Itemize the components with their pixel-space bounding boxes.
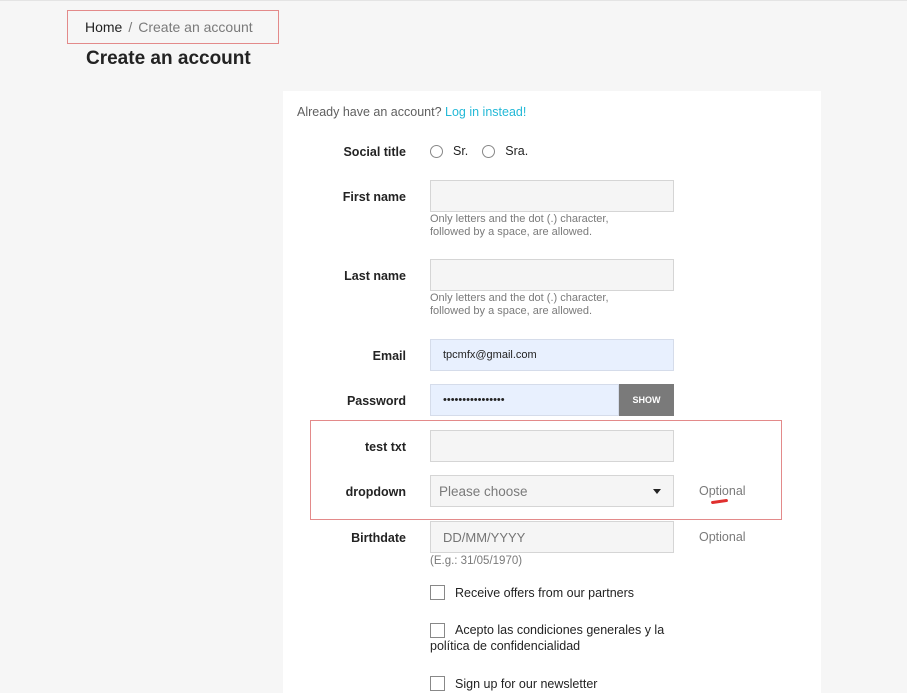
last-name-input[interactable] xyxy=(430,259,674,291)
email-label: Email xyxy=(372,349,406,363)
top-divider xyxy=(0,0,907,1)
caret-down-icon xyxy=(653,488,661,494)
login-link[interactable]: Log in instead! xyxy=(445,105,526,119)
first-name-hint-line2: followed by a space, are allowed. xyxy=(430,226,593,238)
login-prompt: Already have an account? Log in instead! xyxy=(297,105,526,119)
partners-checkbox-label: Receive offers from our partners xyxy=(455,586,635,600)
breadcrumb: Home / Create an account xyxy=(67,10,279,44)
terms-checkbox-label-block: Acepto las condiciones generales y la po… xyxy=(430,622,664,654)
newsletter-checkbox[interactable] xyxy=(430,676,445,691)
birthdate-input[interactable] xyxy=(430,521,674,553)
radio-sr-label: Sr. xyxy=(453,144,469,158)
password-input[interactable] xyxy=(430,384,619,416)
newsletter-checkbox-row[interactable]: Sign up for our newsletter xyxy=(430,676,597,692)
social-title-label: Social title xyxy=(343,145,406,159)
first-name-label: First name xyxy=(342,190,406,204)
terms-checkbox-row[interactable]: Acepto las condiciones generales y la po… xyxy=(430,622,664,654)
newsletter-checkbox-label: Sign up for our newsletter xyxy=(455,677,598,691)
partners-checkbox[interactable] xyxy=(430,585,445,600)
social-title-radio-group: Sr. Sra. xyxy=(430,144,542,158)
radio-sr[interactable] xyxy=(430,144,443,158)
dropdown-selected-value: Please choose xyxy=(439,483,528,499)
first-name-input[interactable] xyxy=(430,180,674,212)
radio-sra[interactable] xyxy=(482,144,496,158)
terms-checkbox-label-line2: política de confidencialidad xyxy=(430,639,581,653)
last-name-hint-line1: Only letters and the dot (.) character, xyxy=(430,292,609,304)
last-name-hint-line2: followed by a space, are allowed. xyxy=(430,305,593,317)
radio-sra-label: Sra. xyxy=(505,144,529,158)
last-name-hint: Only letters and the dot (.) character, … xyxy=(430,292,609,318)
password-label: Password xyxy=(346,394,406,408)
birthdate-hint: (E.g.: 31/05/1970) xyxy=(430,555,523,567)
partners-checkbox-row[interactable]: Receive offers from our partners xyxy=(430,585,634,601)
terms-checkbox[interactable] xyxy=(430,622,445,638)
email-input[interactable] xyxy=(430,339,674,371)
show-password-button[interactable]: SHOW xyxy=(619,384,674,416)
dropdown-label: dropdown xyxy=(345,485,406,499)
test-txt-label: test txt xyxy=(365,440,406,454)
first-name-hint: Only letters and the dot (.) character, … xyxy=(430,213,609,239)
test-txt-input[interactable] xyxy=(430,430,674,462)
login-prompt-text: Already have an account? xyxy=(297,105,442,119)
dropdown-select[interactable]: Please choose xyxy=(430,475,674,507)
first-name-hint-line1: Only letters and the dot (.) character, xyxy=(430,213,609,225)
birthdate-optional-text: Optional xyxy=(699,530,746,544)
breadcrumb-separator: / xyxy=(128,19,133,35)
last-name-label: Last name xyxy=(344,269,406,283)
breadcrumb-current: Create an account xyxy=(138,19,253,35)
terms-checkbox-label-line1: Acepto las condiciones generales y la xyxy=(455,623,665,637)
dropdown-optional-text: Optional xyxy=(699,484,746,498)
birthdate-label: Birthdate xyxy=(351,531,406,545)
page-title: Create an account xyxy=(86,48,251,69)
breadcrumb-home-link[interactable]: Home xyxy=(85,19,122,35)
